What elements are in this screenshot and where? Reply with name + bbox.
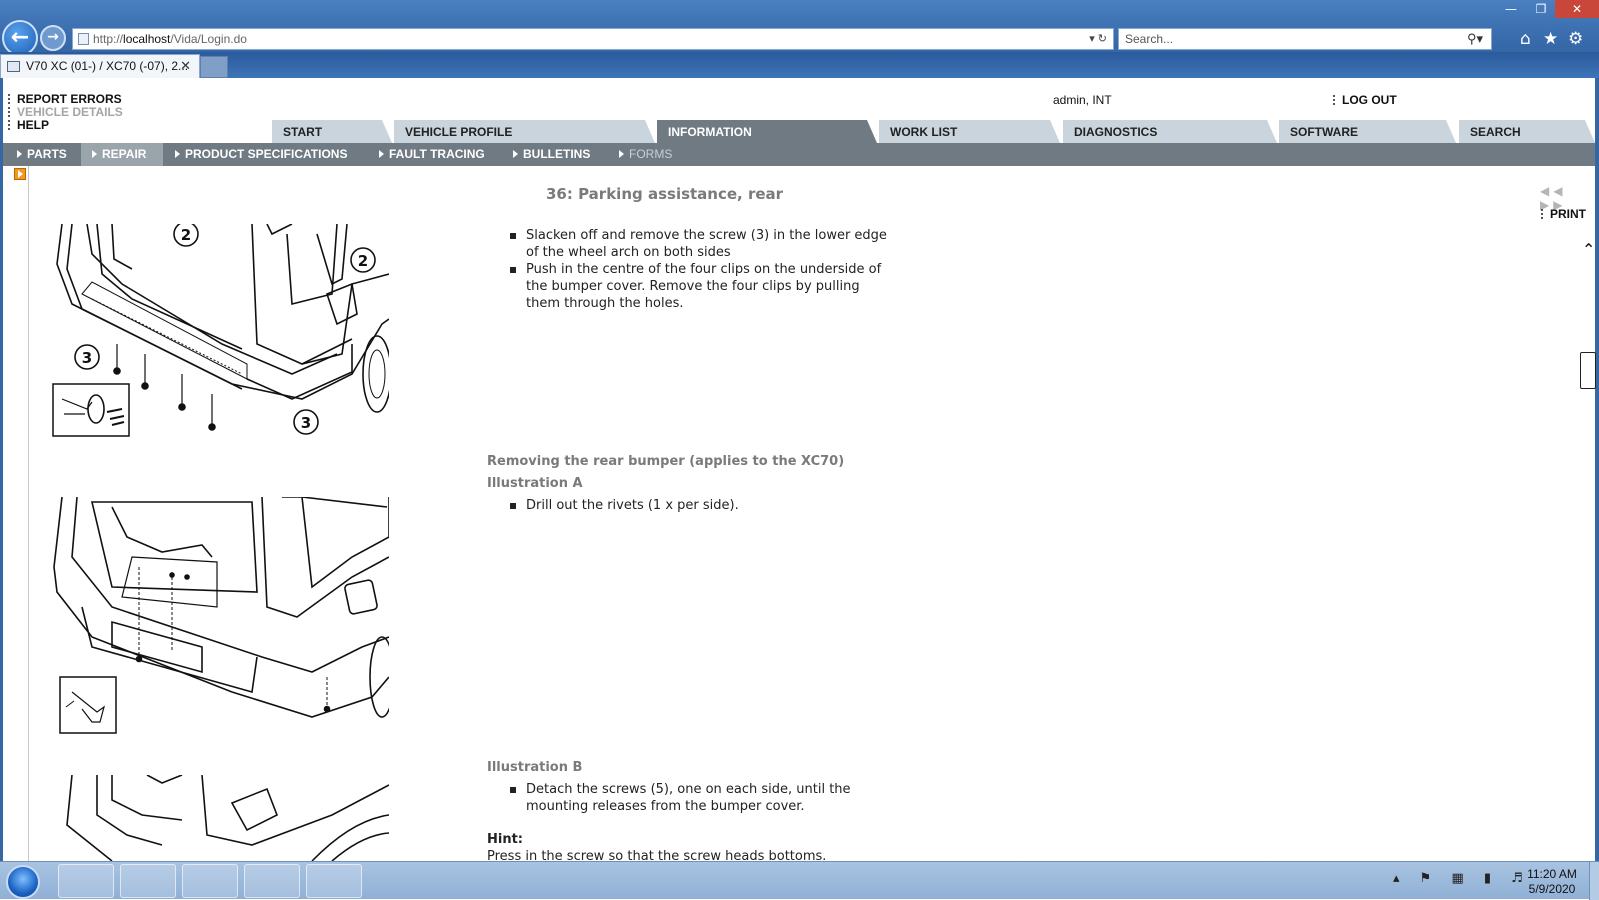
subnav-repair[interactable]: REPAIR — [92, 147, 146, 161]
illustration-b-heading: Illustration B — [487, 760, 583, 775]
scroll-up-icon[interactable]: ⌃ — [1582, 240, 1595, 259]
start-button[interactable] — [6, 865, 40, 899]
search-icon[interactable]: ⚲▾ — [1467, 31, 1483, 47]
step-list-1: Slacken off and remove the screw (3) in … — [510, 227, 890, 312]
user-info: admin, INT — [1053, 93, 1112, 107]
subnav-bulletins[interactable]: BULLETINS — [513, 147, 590, 161]
close-window-button[interactable]: ✕ — [1555, 0, 1599, 18]
callout-3: 3 — [82, 349, 92, 367]
address-bar[interactable]: http://localhost/Vida/Login.do ▾ ↻ — [72, 28, 1114, 50]
chrome-icon[interactable] — [244, 864, 300, 898]
search-placeholder: Search... — [1125, 32, 1174, 46]
page-title: 36: Parking assistance, rear — [546, 185, 784, 203]
tab-vehicle-profile[interactable]: VEHICLE PROFILE — [394, 120, 655, 143]
new-tab-button[interactable] — [200, 56, 228, 78]
bumper-mounting-illustration — [52, 775, 389, 861]
callout-2: 2 — [181, 226, 191, 244]
tab-information[interactable]: INFORMATION — [657, 120, 877, 143]
illustration-a-heading: Illustration A — [487, 476, 583, 491]
bumper-screws-illustration: 2 2 3 3 — [52, 224, 389, 446]
url-host: localhost — [123, 32, 171, 46]
sub-navigation: PARTS REPAIR PRODUCT SPECIFICATIONS FAUL… — [3, 143, 1595, 166]
vehicle-details-link[interactable]: VEHICLE DETAILS — [8, 105, 123, 119]
favorites-star-icon[interactable]: ★ — [1543, 29, 1558, 49]
tab-software[interactable]: SOFTWARE — [1279, 120, 1456, 143]
scrollbar-thumb[interactable] — [1580, 352, 1596, 389]
clock-date: 5/9/2020 — [1528, 882, 1576, 896]
gear-icon[interactable]: ⚙ — [1568, 29, 1583, 49]
subnav-forms[interactable]: FORMS — [619, 147, 672, 161]
tab-work-list[interactable]: WORK LIST — [879, 120, 1060, 143]
step-list-a: Drill out the rivets (1 x per side). — [510, 497, 890, 514]
tab-close-icon[interactable]: ✕ — [180, 58, 191, 74]
windows-taskbar: ▴ ⚑ ▦ ▮ ♬ 11:20 AM 5/9/2020 — [0, 861, 1599, 900]
logout-link[interactable]: LOG OUT — [1333, 93, 1397, 107]
search-input[interactable]: Search... ⚲▾ — [1118, 28, 1492, 50]
restore-button[interactable]: ❐ — [1526, 0, 1556, 18]
hint-label: Hint: — [487, 832, 524, 847]
minimize-button[interactable]: — — [1496, 0, 1526, 18]
list-item: Drill out the rivets (1 x per side). — [510, 497, 890, 514]
section-heading: Removing the rear bumper (applies to the… — [487, 454, 845, 469]
step-list-b: Detach the screws (5), one on each side,… — [510, 781, 890, 815]
back-button[interactable]: ← — [2, 20, 38, 56]
subnav-parts[interactable]: PARTS — [17, 147, 67, 161]
media-player-icon[interactable] — [182, 864, 238, 898]
report-errors-link[interactable]: REPORT ERRORS — [8, 92, 122, 106]
url-prefix: http:// — [93, 32, 124, 46]
browser-tab[interactable]: V70 XC (01-) / XC70 (-07), 2... ✕ — [0, 54, 200, 78]
list-item: Detach the screws (5), one on each side,… — [510, 781, 890, 815]
refresh-icon[interactable]: ▾ ↻ — [1089, 32, 1107, 45]
clock[interactable]: 11:20 AM 5/9/2020 — [1522, 867, 1582, 897]
home-icon[interactable]: ⌂ — [1520, 29, 1531, 49]
subnav-fault-tracing[interactable]: FAULT TRACING — [379, 147, 485, 161]
firefox-icon[interactable] — [306, 864, 362, 898]
list-item: Push in the centre of the four clips on … — [510, 261, 890, 312]
browser-tabstrip — [0, 52, 1599, 78]
tab-search[interactable]: SEARCH — [1459, 120, 1595, 143]
tab-favicon-icon — [7, 61, 20, 72]
tab-title: V70 XC (01-) / XC70 (-07), 2... — [26, 59, 189, 73]
internet-explorer-icon[interactable] — [58, 864, 114, 898]
show-desktop-button[interactable] — [1589, 862, 1599, 900]
system-tray-icons[interactable]: ▴ ⚑ ▦ ▮ ♬ — [1393, 871, 1531, 886]
print-link[interactable]: PRINT — [1541, 207, 1586, 221]
url-path: /Vida/Login.do — [170, 32, 247, 46]
page-icon — [78, 33, 89, 45]
left-frame — [3, 166, 29, 861]
callout-3: 3 — [301, 414, 311, 432]
tab-diagnostics[interactable]: DIAGNOSTICS — [1063, 120, 1277, 143]
forward-button[interactable]: → — [40, 25, 66, 51]
subnav-product-specifications[interactable]: PRODUCT SPECIFICATIONS — [175, 147, 347, 161]
tab-start[interactable]: START — [272, 120, 392, 143]
expand-panel-icon[interactable] — [14, 168, 26, 180]
clock-time: 11:20 AM — [1527, 867, 1577, 881]
rivets-illustration — [52, 497, 389, 745]
callout-2: 2 — [358, 252, 368, 270]
file-explorer-icon[interactable] — [120, 864, 176, 898]
help-link[interactable]: HELP — [7, 118, 49, 132]
list-item: Slacken off and remove the screw (3) in … — [510, 227, 890, 261]
